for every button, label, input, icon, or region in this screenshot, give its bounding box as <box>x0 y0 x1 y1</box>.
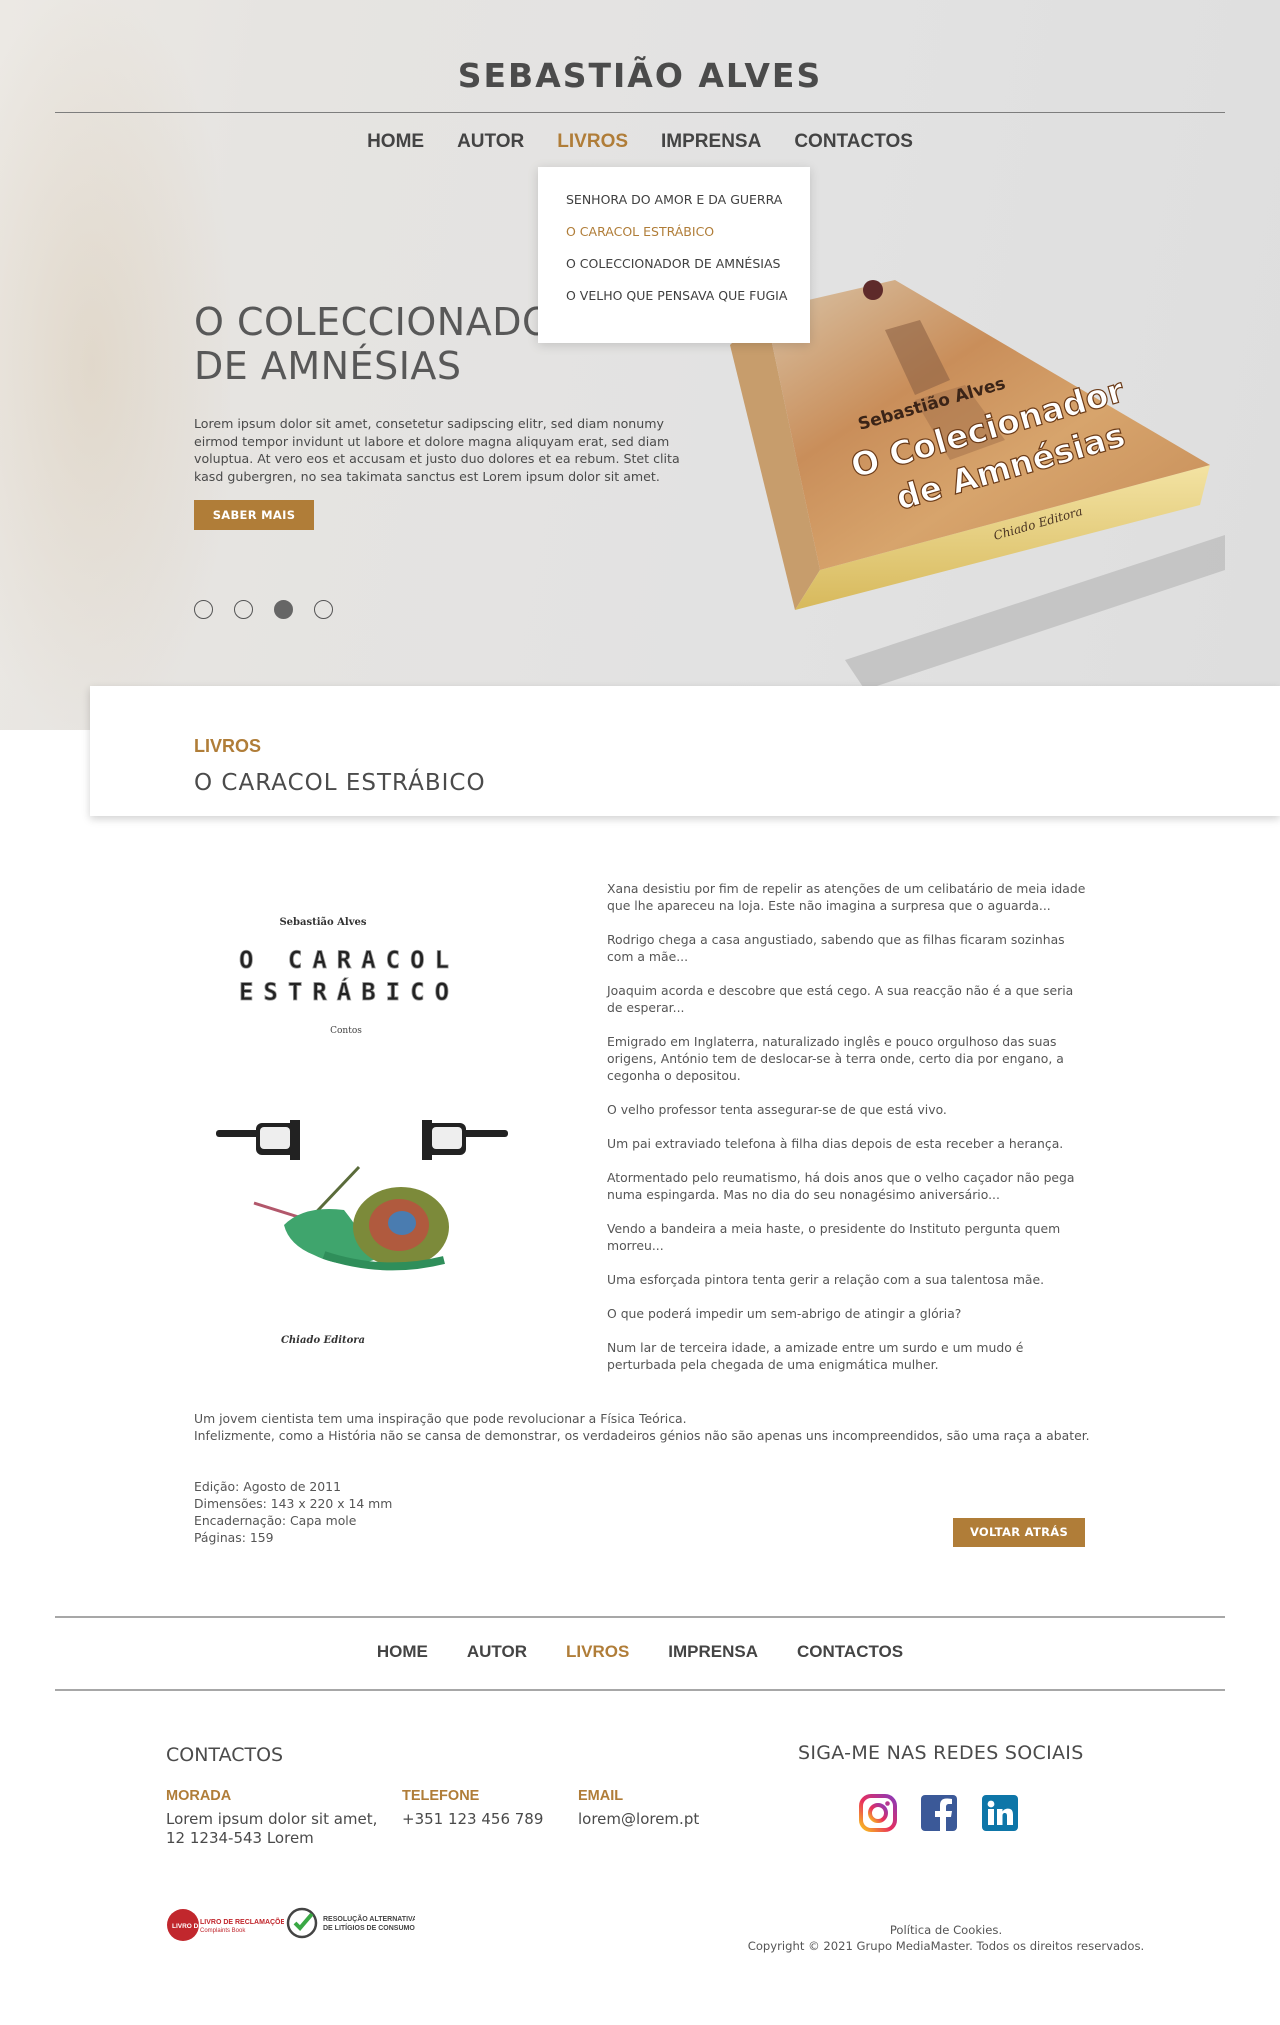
slider-dot-1[interactable] <box>194 600 213 619</box>
dropdown-item-senhora[interactable]: SENHORA DO AMOR E DA GUERRA <box>538 191 810 223</box>
footer-nav-imprensa[interactable]: IMPRENSA <box>668 1642 758 1662</box>
facebook-icon[interactable] <box>920 1794 958 1832</box>
svg-text:LIVRO DE: LIVRO DE <box>172 1923 203 1930</box>
story-paragraph: Xana desistiu por fim de repelir as aten… <box>607 881 1086 913</box>
slider-dot-4[interactable] <box>314 600 333 619</box>
story-paragraph: Vendo a bandeira a meia haste, o preside… <box>607 1221 1061 1253</box>
footer-divider-top <box>55 1616 1225 1618</box>
main-nav: HOME AUTOR LIVROS IMPRENSA CONTACTOS <box>0 128 1280 158</box>
book-specs: Edição: Agosto de 2011 Dimensões: 143 x … <box>194 1478 392 1546</box>
story-paragraph: Emigrado em Inglaterra, naturalizado ing… <box>607 1034 1064 1083</box>
cookies-link[interactable]: Política de Cookies. <box>890 1923 1002 1937</box>
spec-edicao: Edição: Agosto de 2011 <box>194 1479 341 1494</box>
email-label: EMAIL <box>578 1788 624 1804</box>
footer-nav-home[interactable]: HOME <box>377 1642 428 1662</box>
hero-slider: SEBASTIÃO ALVES HOME AUTOR LIVROS IMPREN… <box>0 0 1280 730</box>
spec-encadernacao: Encadernação: Capa mole <box>194 1513 357 1528</box>
spec-paginas: Páginas: 159 <box>194 1530 274 1545</box>
cover-title-line2: ESTRÁBICO <box>239 977 459 1006</box>
footer-nav-contactos[interactable]: CONTACTOS <box>797 1642 903 1662</box>
story-paragraph: Rodrigo chega a casa angustiado, sabendo… <box>607 932 1065 964</box>
voltar-atras-button[interactable]: VOLTAR ATRÁS <box>953 1518 1085 1547</box>
right-hand-icon <box>422 1120 508 1160</box>
summary-line-2: Infelizmente, como a História não se can… <box>194 1428 1090 1443</box>
social-title: SIGA-ME NAS REDES SOCIAIS <box>798 1742 1084 1764</box>
contact-morada: MORADA Lorem ipsum dolor sit amet, 12 12… <box>166 1788 386 1848</box>
site-title[interactable]: SEBASTIÃO ALVES <box>0 56 1280 95</box>
book-summary: Um jovem cientista tem uma inspiração qu… <box>194 1410 1094 1444</box>
page-title: O CARACOL ESTRÁBICO <box>194 770 486 796</box>
nav-item-contactos[interactable]: CONTACTOS <box>794 128 913 158</box>
contacts-title: CONTACTOS <box>166 1744 284 1766</box>
copyright-text: Copyright © 2021 Grupo MediaMaster. Todo… <box>747 1939 1145 1953</box>
ral-logo-subtext: DE LITÍGIOS DE CONSUMO <box>323 1923 415 1932</box>
contact-telefone: TELEFONE +351 123 456 789 <box>402 1788 543 1829</box>
instagram-icon[interactable] <box>859 1794 897 1832</box>
footer-nav: HOME AUTOR LIVROS IMPRENSA CONTACTOS <box>0 1642 1280 1662</box>
footer-nav-autor[interactable]: AUTOR <box>467 1642 527 1662</box>
nav-item-autor[interactable]: AUTOR <box>457 128 524 158</box>
contact-email: EMAIL lorem@lorem.pt <box>578 1788 699 1829</box>
slider-dot-2[interactable] <box>234 600 253 619</box>
section-header-card: LIVROS O CARACOL ESTRÁBICO <box>90 686 1280 816</box>
saber-mais-button[interactable]: SABER MAIS <box>194 500 314 530</box>
nav-item-home[interactable]: HOME <box>367 128 424 158</box>
livros-dropdown: SENHORA DO AMOR E DA GUERRA O CARACOL ES… <box>538 167 810 343</box>
dropdown-item-caracol[interactable]: O CARACOL ESTRÁBICO <box>538 223 810 255</box>
cover-title-line1: O CARACOL <box>239 946 459 974</box>
nav-item-livros[interactable]: LIVROS <box>557 128 628 158</box>
story-paragraph: Uma esforçada pintora tenta gerir a rela… <box>607 1272 1045 1287</box>
nav-item-imprensa[interactable]: IMPRENSA <box>661 128 761 158</box>
footer-nav-livros[interactable]: LIVROS <box>566 1642 629 1662</box>
story-paragraph: O velho professor tenta assegurar-se de … <box>607 1102 947 1117</box>
livro-logo-subtext: Complaints Book <box>200 1928 246 1934</box>
livro-reclamacoes-logo[interactable]: LIVRO DE LIVRO DE RECLAMAÇÕES Complaints… <box>166 1908 284 1942</box>
left-hand-icon <box>216 1120 300 1160</box>
story-paragraph: Joaquim acorda e descobre que está cego.… <box>607 983 1074 1015</box>
dropdown-item-coleccionador[interactable]: O COLECCIONADOR DE AMNÉSIAS <box>538 255 810 287</box>
cover-publisher: Chiado Editora <box>281 1335 365 1346</box>
summary-line-1: Um jovem cientista tem uma inspiração qu… <box>194 1411 687 1426</box>
cover-author: Sebastião Alves <box>279 917 366 928</box>
dropdown-item-velho[interactable]: O VELHO QUE PENSAVA QUE FUGIA <box>538 287 810 319</box>
linkedin-icon[interactable] <box>981 1794 1019 1832</box>
header-divider <box>55 112 1225 113</box>
story-paragraph: Num lar de terceira idade, a amizade ent… <box>607 1340 1024 1372</box>
livro-logo-text: LIVRO DE RECLAMAÇÕES <box>200 1917 284 1926</box>
spec-dimensoes: Dimensões: 143 x 220 x 14 mm <box>194 1496 393 1511</box>
hero-heading: O COLECCIONADOR DE AMNÉSIAS <box>194 300 580 388</box>
story-paragraph: O que poderá impedir um sem-abrigo de at… <box>607 1306 962 1321</box>
morada-value: Lorem ipsum dolor sit amet, 12 1234-543 … <box>166 1810 378 1847</box>
legal-info: Política de Cookies. Copyright © 2021 Gr… <box>740 1922 1152 1954</box>
ral-logo[interactable]: RESOLUÇÃO ALTERNATIVA DE LITÍGIOS DE CON… <box>285 1906 415 1940</box>
story-paragraph: Um pai extraviado telefona à filha dias … <box>607 1136 1064 1151</box>
email-value[interactable]: lorem@lorem.pt <box>578 1810 699 1829</box>
footer-divider-bottom <box>55 1689 1225 1691</box>
story-paragraph: Atormentado pelo reumatismo, há dois ano… <box>607 1170 1075 1202</box>
telefone-value[interactable]: +351 123 456 789 <box>402 1810 543 1829</box>
book-stories: Xana desistiu por fim de repelir as aten… <box>607 880 1087 1390</box>
hero-text: Lorem ipsum dolor sit amet, consetetur s… <box>194 416 680 484</box>
telefone-label: TELEFONE <box>402 1788 480 1804</box>
ral-logo-text: RESOLUÇÃO ALTERNATIVA <box>323 1914 415 1923</box>
cover-genre: Contos <box>330 1026 362 1036</box>
snail-illustration <box>253 1165 449 1271</box>
slider-dots <box>194 600 333 619</box>
morada-label: MORADA <box>166 1788 232 1804</box>
book-cover-image: Sebastião Alves O CARACOL ESTRÁBICO Cont… <box>214 917 508 1346</box>
slider-dot-3[interactable] <box>274 600 293 619</box>
section-label: LIVROS <box>194 736 262 756</box>
